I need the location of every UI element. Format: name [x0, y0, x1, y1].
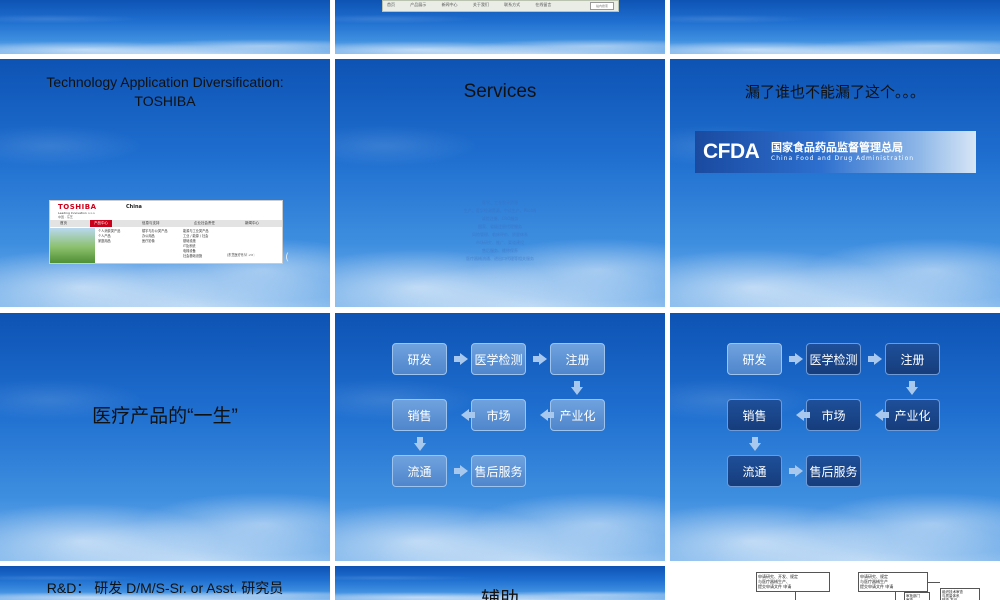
slide-title: Technology Application Diversification: … [46, 74, 284, 109]
faint-line: 生产、医学检测资源、中试生产、Pilot线 [463, 208, 537, 213]
arrow-down-icon [571, 381, 583, 395]
slide-thumb-5[interactable]: Services 医学、工业设计资源 生产、医学检测资源、中试生产、Pilot线… [335, 59, 665, 307]
arrow-left-icon [796, 409, 810, 421]
flowchart-box: 审批部门 审查 [904, 592, 930, 600]
flow-box-shichang: 市场 [471, 399, 526, 431]
flow-box-liutong: 流通 [727, 455, 782, 487]
arrow-right-icon [789, 465, 803, 477]
cfda-logo: CFDA [703, 140, 760, 163]
faint-line: 医学、工业设计资源 [482, 200, 518, 205]
flow-box-zhuce: 注册 [550, 343, 605, 375]
faint-line: 医疗器械流通、进出口代理等相关服务 [466, 256, 534, 261]
website-screenshot: 首页 产品展示 新闻中心 关于我们 联系方式 在线留言 站内搜索 [382, 0, 619, 12]
flow-box-shouhou: 售后服务 [471, 455, 526, 487]
flow-box-shouhou: 售后服务 [806, 455, 861, 487]
arrow-right-icon [533, 353, 547, 365]
nav-item: 新闻中心 [245, 221, 259, 225]
slide-thumb-6[interactable]: 漏了谁也不能漏了这个。。。 CFDA 国家食品药品监督管理总局 China Fo… [670, 59, 1000, 307]
flow-box-yanfa: 研发 [727, 343, 782, 375]
menu-item: 关于我们 [472, 2, 489, 7]
overlay-text: 医疗产品 ( [242, 252, 290, 263]
flowchart-connector [895, 592, 896, 600]
slide-thumb-12[interactable]: 申请研究、开发、规定 与医疗器械生产、 提交申请文件 申请 申请研究、规定 与医… [670, 566, 1000, 600]
slide-thumb-4[interactable]: Technology Application Diversification: … [0, 59, 330, 307]
menu-col-item: 家庭用品 [98, 239, 111, 243]
menu-col-item: 社会基础设施 [183, 254, 203, 258]
flow-box-yanfa: 研发 [392, 343, 447, 375]
nav-item: 企业社会责任 [194, 221, 215, 225]
slide-thumb-2[interactable]: 首页 产品展示 新闻中心 关于我们 联系方式 在线留言 站内搜索 [335, 0, 665, 54]
faint-line: 试验注册、CRO服务 [481, 216, 519, 221]
flow-box-xiaoshou: 销售 [392, 399, 447, 431]
flowchart-connector [795, 592, 796, 600]
slide-thumb-10[interactable]: R&D： 研发 D/M/S-Sr. or Asst. 研究员 [0, 566, 330, 600]
flowchart-connector [928, 582, 940, 583]
arrow-left-icon [875, 409, 889, 421]
arrow-right-icon [454, 353, 468, 365]
nav-item: 信息与支持 [142, 221, 160, 225]
arrow-left-icon [461, 409, 475, 421]
region-label: China [126, 204, 142, 210]
arrow-down-icon [749, 437, 761, 451]
menu-item: 新闻中心 [441, 2, 458, 7]
flowchart-box: 申请研究、规定 与医疗器械生产 提交申请文件 申请 [858, 572, 928, 592]
arrow-right-icon [454, 465, 468, 477]
flow-box-chanye: 产业化 [885, 399, 940, 431]
slide-thumb-9[interactable]: 研发 医学检测 注册 产业化 市场 销售 流通 售后服务 [670, 313, 1000, 561]
menu-item: 首页 [387, 2, 395, 7]
faint-service-list: 医学、工业设计资源 生产、医学检测资源、中试生产、Pilot线 试验注册、CRO… [335, 199, 665, 263]
flow-box-zhuce: 注册 [885, 343, 940, 375]
faint-line: 风险管理、临床评价、质量体系 [472, 232, 528, 237]
slide-title: 医疗产品的“一生” [92, 406, 238, 427]
slide-thumb-1[interactable] [0, 0, 330, 54]
arrow-right-icon [789, 353, 803, 365]
slide-title: 辅助 [480, 589, 519, 600]
flowchart-box: 组织技术审查 与质量体系 核查 发证 [940, 588, 980, 600]
trees-photo [50, 228, 95, 263]
flow-box-chanye: 产业化 [550, 399, 605, 431]
menu-item: 产品展示 [410, 2, 427, 7]
faint-line: 售后服务、维修保养 [482, 248, 518, 253]
flow-box-xiaoshou: 销售 [727, 399, 782, 431]
menu-item: 联系方式 [504, 2, 521, 7]
slide-title: 漏了谁也不能漏了这个。。。 [744, 84, 925, 101]
flow-box-jiance: 医学检测 [806, 343, 861, 375]
arrow-down-icon [414, 437, 426, 451]
arrow-left-icon [540, 409, 554, 421]
flow-box-liutong: 流通 [392, 455, 447, 487]
slide-thumb-8[interactable]: 研发 医学检测 注册 产业化 市场 销售 流通 售后服务 [335, 313, 665, 561]
toshiba-logo: TOSHIBA [58, 203, 97, 211]
slide-thumb-7[interactable]: 医疗产品的“一生” [0, 313, 330, 561]
slide-title: Services [463, 81, 537, 102]
nav-bar: 首页 产品中心 信息与支持 企业社会责任 新闻中心 [50, 220, 282, 227]
flowchart-box: 申请研究、开发、规定 与医疗器械生产、 提交申请文件 申请 [756, 572, 830, 592]
search-box: 站内搜索 [590, 2, 614, 10]
nav-item-active: 产品中心 [90, 220, 112, 227]
sub-region: 中国 · 东芝 [58, 215, 73, 219]
arrow-down-icon [906, 381, 918, 395]
arrow-right-icon [868, 353, 882, 365]
flow-box-jiance: 医学检测 [471, 343, 526, 375]
flow-box-shichang: 市场 [806, 399, 861, 431]
menu-col-item: 医疗影像 [142, 239, 155, 243]
slide-title: R&D： 研发 D/M/S-Sr. or Asst. 研究员 [46, 580, 284, 596]
menu-item: 在线留言 [535, 2, 552, 7]
nav-item: 首页 [60, 221, 67, 225]
faint-line: 国家、省级注册代理服务 [478, 224, 522, 229]
cfda-banner: CFDA 国家食品药品监督管理总局 China Food and Drug Ad… [695, 131, 976, 173]
slide-thumb-3[interactable] [670, 0, 1000, 54]
slide-thumb-11[interactable]: 辅助 [335, 566, 665, 600]
cfda-en-name: China Food and Drug Administration [771, 155, 915, 162]
cfda-cn-name: 国家食品药品监督管理总局 [771, 141, 903, 154]
faint-line: 市场研究、推广、渠道建设 [476, 240, 524, 245]
